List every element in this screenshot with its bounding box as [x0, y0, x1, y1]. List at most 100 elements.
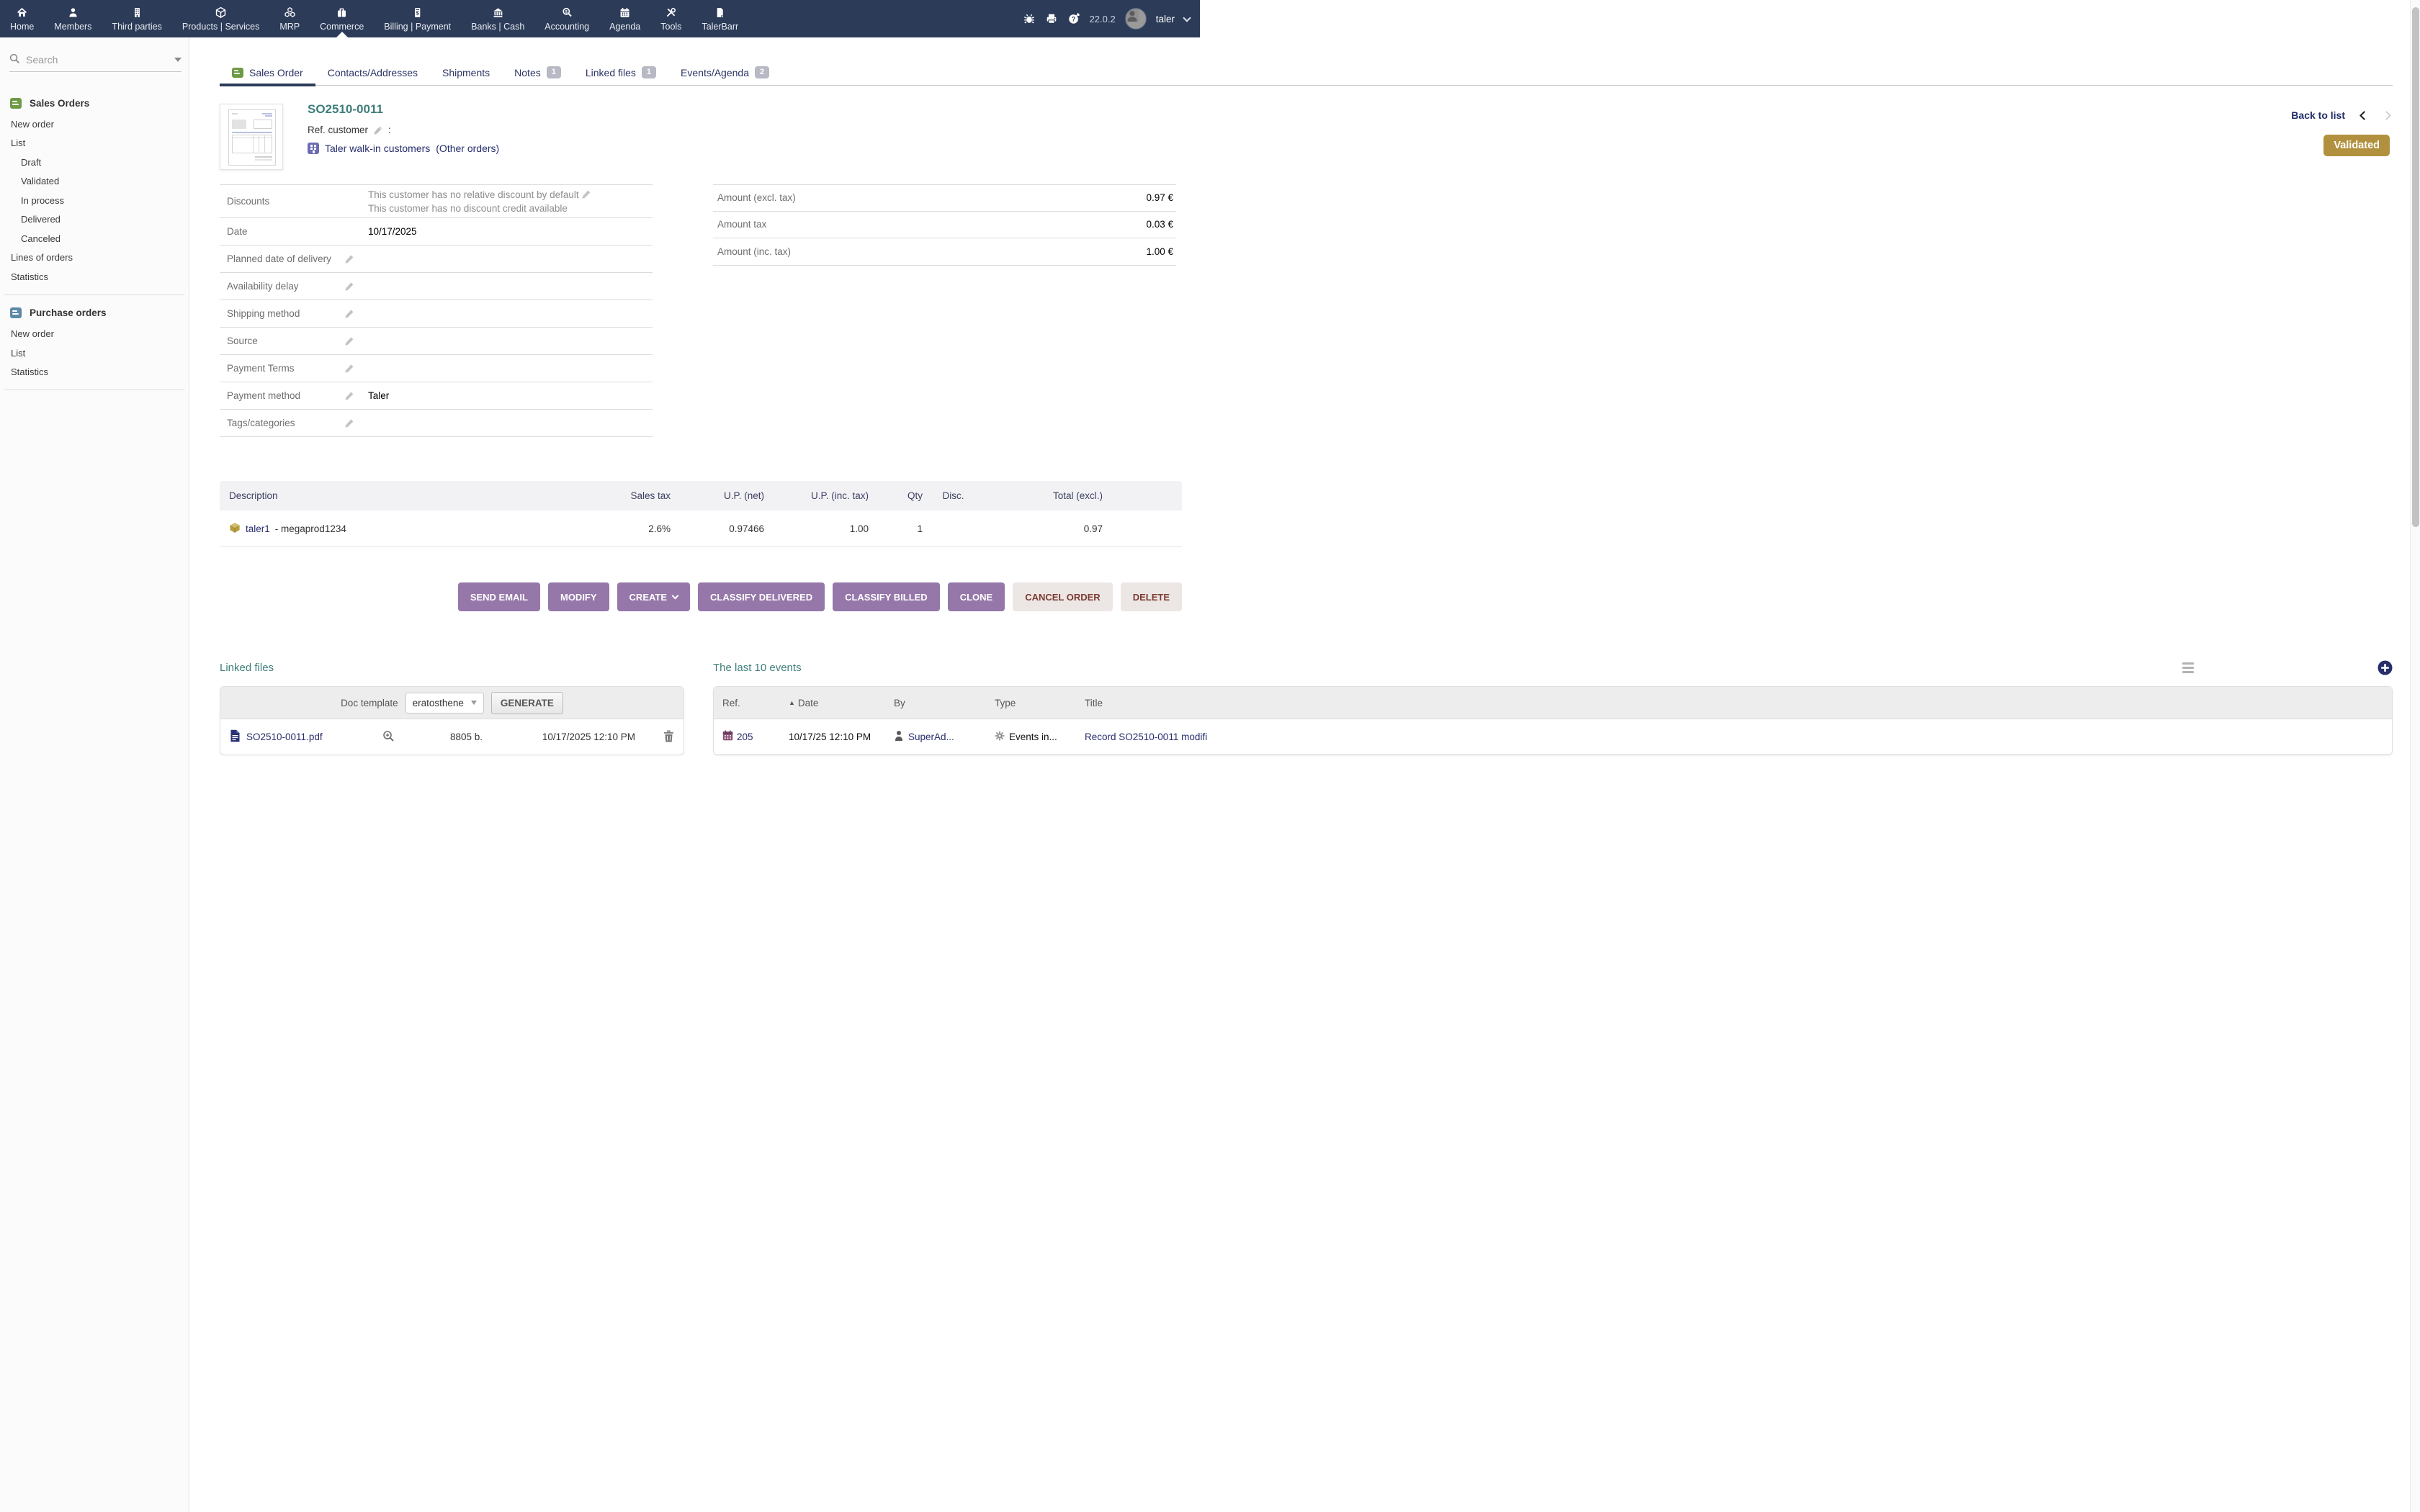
nav-banks-cash[interactable]: Banks | Cash [461, 0, 534, 37]
sidebar-item-statistics[interactable]: Statistics [0, 267, 189, 287]
sidebar-item-po-new-order[interactable]: New order [0, 325, 189, 344]
event-user-link[interactable]: SuperAd... [908, 732, 954, 742]
nav-tools[interactable]: Tools [650, 0, 691, 37]
bug-icon[interactable] [1023, 12, 1036, 25]
file-date: 10/17/2025 12:10 PM [483, 732, 635, 742]
sidebar-item-po-statistics[interactable]: Statistics [0, 363, 189, 382]
sidebar-item-po-list[interactable]: List [0, 343, 189, 363]
edit-pencil-icon[interactable] [344, 309, 354, 319]
search-options-caret-icon[interactable] [174, 58, 182, 62]
event-title-link[interactable]: Record SO2510-0011 modifi [1085, 732, 2383, 742]
events-title: The last 10 events [713, 662, 802, 674]
sidebar-item-lines-of-orders[interactable]: Lines of orders [0, 248, 189, 268]
nav-agenda[interactable]: Agenda [599, 0, 650, 37]
col-total-excl: Total (excl.) [984, 490, 1103, 501]
col-sales-tax: Sales tax [591, 490, 671, 501]
nav-billing-payment[interactable]: $ Billing | Payment [374, 0, 461, 37]
event-ref-link[interactable]: 205 [737, 732, 753, 742]
thirdparty-link[interactable]: Taler walk-in customers [325, 143, 430, 154]
nav-mrp[interactable]: MRP [269, 0, 310, 37]
nav-label: TalerBarr [702, 22, 738, 32]
thirdparty-building-icon [308, 143, 319, 154]
tab-linked-files[interactable]: Linked files1 [573, 59, 668, 86]
generate-button[interactable]: GENERATE [491, 692, 563, 714]
delete-button[interactable]: DELETE [1121, 582, 1182, 611]
sidebar-item-in-process[interactable]: In process [0, 191, 189, 210]
svg-text:?: ? [1071, 16, 1075, 23]
product-link[interactable]: taler1 [246, 523, 270, 534]
nav-label: MRP [279, 22, 300, 32]
col-date[interactable]: ▲Date [789, 698, 894, 708]
edit-pencil-icon[interactable] [344, 364, 354, 374]
main-content: Sales Order Contacts/Addresses Shipments… [190, 37, 2410, 1512]
action-buttons: SEND EMAIL MODIFY CREATE CLASSIFY DELIVE… [220, 582, 1182, 611]
document-preview-thumbnail[interactable] [220, 104, 283, 170]
print-icon[interactable] [1045, 12, 1058, 25]
tab-notes[interactable]: Notes1 [502, 59, 573, 86]
edit-pencil-icon[interactable] [344, 391, 354, 401]
preview-zoom-icon[interactable] [382, 730, 395, 744]
colon: : [388, 125, 391, 135]
app-version: 22.0.2 [1090, 14, 1116, 24]
edit-pencil-icon[interactable] [581, 189, 591, 199]
tab-label: Events/Agenda [681, 67, 749, 78]
tab-contacts-addresses[interactable]: Contacts/Addresses [315, 59, 430, 86]
add-event-icon[interactable] [2378, 660, 2393, 675]
delete-file-icon[interactable] [663, 730, 674, 744]
sidebar-item-validated[interactable]: Validated [0, 172, 189, 192]
edit-pencil-icon[interactable] [373, 125, 383, 135]
tab-events-agenda[interactable]: Events/Agenda2 [668, 59, 781, 86]
edit-pencil-icon[interactable] [344, 282, 354, 292]
nav-talerbarr[interactable]: TalerBarr [691, 0, 748, 37]
amount-row-inc-tax: Amount (inc. tax) 1.00 € [713, 238, 1176, 266]
field-row-payment-terms: Payment Terms [220, 355, 653, 382]
nav-third-parties[interactable]: Third parties [102, 0, 171, 37]
edit-pencil-icon[interactable] [344, 336, 354, 346]
sidebar-item-list[interactable]: List [0, 134, 189, 153]
package-icon [229, 522, 241, 536]
scrollbar-thumb[interactable] [2412, 7, 2419, 527]
list-view-icon[interactable] [2182, 662, 2194, 673]
classify-delivered-button[interactable]: CLASSIFY DELIVERED [698, 582, 825, 611]
clone-button[interactable]: CLONE [948, 582, 1005, 611]
col-ref[interactable]: Ref. [722, 698, 789, 708]
edit-pencil-icon[interactable] [344, 254, 354, 264]
nav-products-services[interactable]: Products | Services [172, 0, 269, 37]
help-icon[interactable]: ? [1067, 12, 1080, 25]
search-input[interactable] [26, 54, 145, 66]
file-link[interactable]: SO2510-0011.pdf [246, 732, 323, 742]
doc-template-label: Doc template [341, 698, 398, 708]
nav-commerce[interactable]: Commerce [310, 0, 374, 37]
nav-home[interactable]: Home [0, 0, 44, 37]
col-type[interactable]: Type [995, 698, 1085, 708]
select-caret-icon [471, 701, 477, 705]
field-row-planned-delivery: Planned date of delivery [220, 246, 653, 273]
col-title[interactable]: Title [1085, 698, 2383, 708]
tab-label: Sales Order [249, 67, 303, 78]
sidebar-item-draft[interactable]: Draft [0, 153, 189, 172]
page-scrollbar[interactable] [2410, 0, 2420, 1512]
doc-template-select[interactable]: eratosthene [405, 693, 484, 714]
classify-billed-button[interactable]: CLASSIFY BILLED [833, 582, 940, 611]
nav-accounting[interactable]: $ Accounting [534, 0, 599, 37]
sidebar-item-canceled[interactable]: Canceled [0, 229, 189, 248]
chevron-down-icon[interactable] [1183, 14, 1191, 22]
previous-record-icon[interactable] [2360, 111, 2369, 120]
cancel-order-button[interactable]: CANCEL ORDER [1013, 582, 1113, 611]
nav-members[interactable]: Members [44, 0, 102, 37]
create-button[interactable]: CREATE [617, 582, 690, 611]
order-banner: SO2510-0011 Ref. customer : Taler walk-i… [220, 101, 2393, 181]
sidebar-item-new-order[interactable]: New order [0, 114, 189, 134]
edit-pencil-icon[interactable] [344, 418, 354, 428]
user-avatar[interactable] [1125, 8, 1147, 30]
other-orders-link[interactable]: (Other orders) [436, 143, 499, 154]
user-menu-label[interactable]: taler [1156, 14, 1175, 24]
back-to-list-link[interactable]: Back to list [2291, 109, 2345, 121]
modify-button[interactable]: MODIFY [548, 582, 609, 611]
send-email-button[interactable]: SEND EMAIL [458, 582, 540, 611]
tab-shipments[interactable]: Shipments [430, 59, 502, 86]
sidebar-item-delivered[interactable]: Delivered [0, 210, 189, 230]
tab-sales-order[interactable]: Sales Order [220, 59, 315, 86]
nav-label: Banks | Cash [471, 22, 524, 32]
col-by[interactable]: By [894, 698, 995, 708]
